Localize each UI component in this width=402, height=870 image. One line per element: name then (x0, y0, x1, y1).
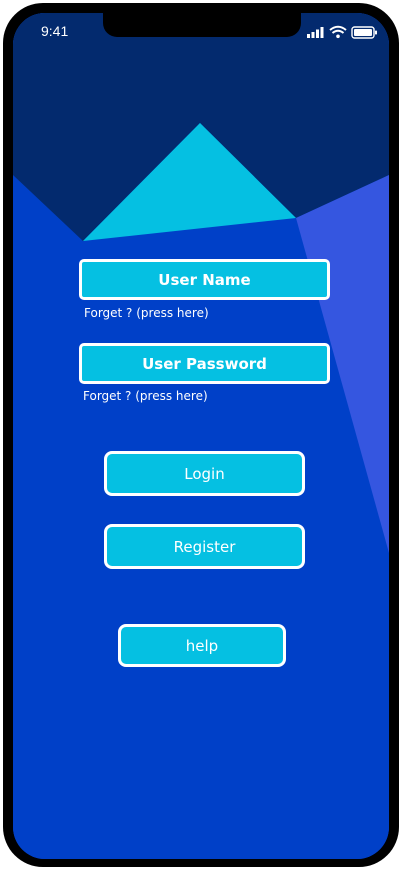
cellular-signal-icon (307, 27, 324, 38)
camera-notch (103, 13, 301, 37)
forgot-username-link[interactable]: Forget ? (press here) (84, 306, 209, 320)
battery-icon (351, 26, 377, 39)
wifi-icon (329, 25, 347, 39)
background-decoration (13, 13, 389, 859)
app-screen: 9:41 User Name Forget ? (press here) Use… (13, 13, 389, 859)
register-button[interactable]: Register (104, 524, 305, 569)
status-time: 9:41 (41, 23, 69, 39)
phone-frame: 9:41 User Name Forget ? (press here) Use… (3, 3, 399, 867)
login-button[interactable]: Login (104, 451, 305, 496)
status-icons (307, 25, 377, 39)
forgot-password-link[interactable]: Forget ? (press here) (83, 389, 208, 403)
password-field[interactable]: User Password (79, 343, 330, 384)
help-button[interactable]: help (118, 624, 286, 667)
username-field[interactable]: User Name (79, 259, 330, 300)
